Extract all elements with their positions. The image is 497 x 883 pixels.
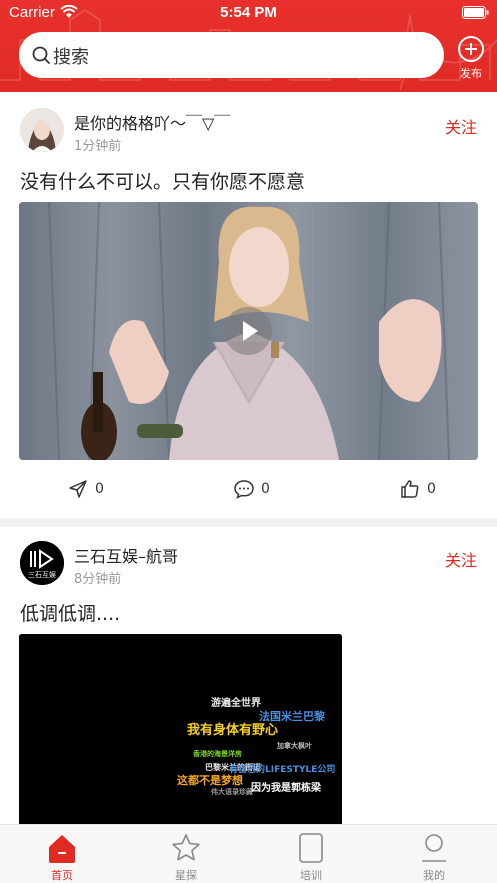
thumbs-up-icon	[401, 480, 419, 498]
search-icon	[32, 46, 50, 64]
follow-button[interactable]: 关注	[445, 114, 477, 138]
tab-explore[interactable]: 星探	[156, 832, 216, 883]
video-player[interactable]: 游遍全世界 法国米兰巴黎 我有身体有野心 香港的海景洋房 巴黎米兰的街道 加拿大…	[19, 634, 342, 827]
feed-post: 三石互娱 三石互娱–航哥 8分钟前 关注 低调低调.... 游遍全世界 法国米兰…	[0, 527, 497, 827]
tab-label: 星探	[175, 869, 197, 882]
search-input[interactable]: 搜索	[19, 32, 444, 78]
tab-bar: 首页 星探 培训 我的	[0, 824, 497, 883]
publish-label: 发布	[460, 67, 482, 80]
author-avatar[interactable]: 三石互娱	[20, 541, 64, 585]
star-icon	[172, 834, 200, 861]
share-count: 0	[95, 481, 104, 497]
comment-count: 0	[261, 481, 270, 497]
post-time: 8分钟前	[74, 572, 122, 587]
post-time: 1分钟前	[74, 139, 122, 154]
training-icon	[299, 833, 323, 863]
comment-button[interactable]: 0	[233, 478, 270, 500]
author-name[interactable]: 三石互娱–航哥	[74, 543, 178, 567]
word-cloud-word: 因为我是郭栋梁	[251, 781, 322, 794]
feed-post: 是你的格格吖～￣▽￣ 1分钟前 关注 没有什么不可以。只有你愿不愿意 0 0 0	[0, 92, 497, 518]
author-avatar[interactable]	[20, 108, 64, 152]
play-icon[interactable]	[224, 307, 272, 355]
tab-home[interactable]: 首页	[32, 832, 92, 883]
home-icon	[49, 835, 75, 863]
share-icon	[69, 480, 87, 498]
avatar-text: 三石互娱	[28, 570, 56, 579]
follow-button[interactable]: 关注	[445, 547, 477, 571]
tab-label: 首页	[51, 869, 73, 882]
post-text: 没有什么不可以。只有你愿不愿意	[20, 171, 306, 193]
word-cloud-word: 这都不是梦想	[177, 773, 243, 787]
tab-mine[interactable]: 我的	[404, 832, 464, 883]
tab-label: 培训	[300, 869, 322, 882]
word-cloud-word: 游遍全世界	[211, 696, 261, 709]
app-screen: Carrier 5:54 PM 搜索 发布 是你的格格吖～￣▽￣ 1分钟前 关注…	[0, 0, 497, 883]
status-time: 5:54 PM	[220, 4, 277, 21]
search-placeholder: 搜索	[53, 47, 89, 68]
word-cloud-word: 我有身体有野心	[187, 722, 278, 738]
profile-icon	[422, 834, 446, 862]
tab-label: 我的	[423, 869, 445, 882]
status-bar: Carrier 5:54 PM	[0, 0, 497, 26]
post-text: 低调低调....	[20, 603, 121, 625]
avatar-image	[20, 108, 64, 152]
word-cloud-word: 法国米兰巴黎	[259, 709, 326, 723]
share-button[interactable]: 0	[67, 478, 104, 500]
comment-icon	[234, 480, 254, 499]
like-count: 0	[427, 481, 436, 497]
like-button[interactable]: 0	[399, 478, 436, 500]
author-name[interactable]: 是你的格格吖～￣▽￣	[74, 110, 230, 134]
word-cloud-word: 伟大语录珍藏	[211, 787, 253, 796]
tab-training[interactable]: 培训	[281, 832, 341, 883]
word-cloud: 游遍全世界 法国米兰巴黎 我有身体有野心 香港的海景洋房 巴黎米兰的街道 加拿大…	[19, 634, 342, 827]
word-cloud-word: 香港的海景洋房	[192, 749, 242, 758]
word-cloud-word: 加拿大枫叶	[276, 741, 312, 750]
brand-logo-icon: 三石互娱	[20, 541, 64, 585]
battery-icon	[462, 6, 489, 19]
publish-button[interactable]: 发布	[455, 36, 487, 80]
header: Carrier 5:54 PM 搜索 发布	[0, 0, 497, 92]
post-actions: 0 0 0	[0, 478, 497, 502]
word-cloud-word: 有自己的LIFESTYLE公司	[229, 763, 335, 775]
plus-icon	[458, 36, 484, 62]
video-player[interactable]	[19, 202, 478, 460]
